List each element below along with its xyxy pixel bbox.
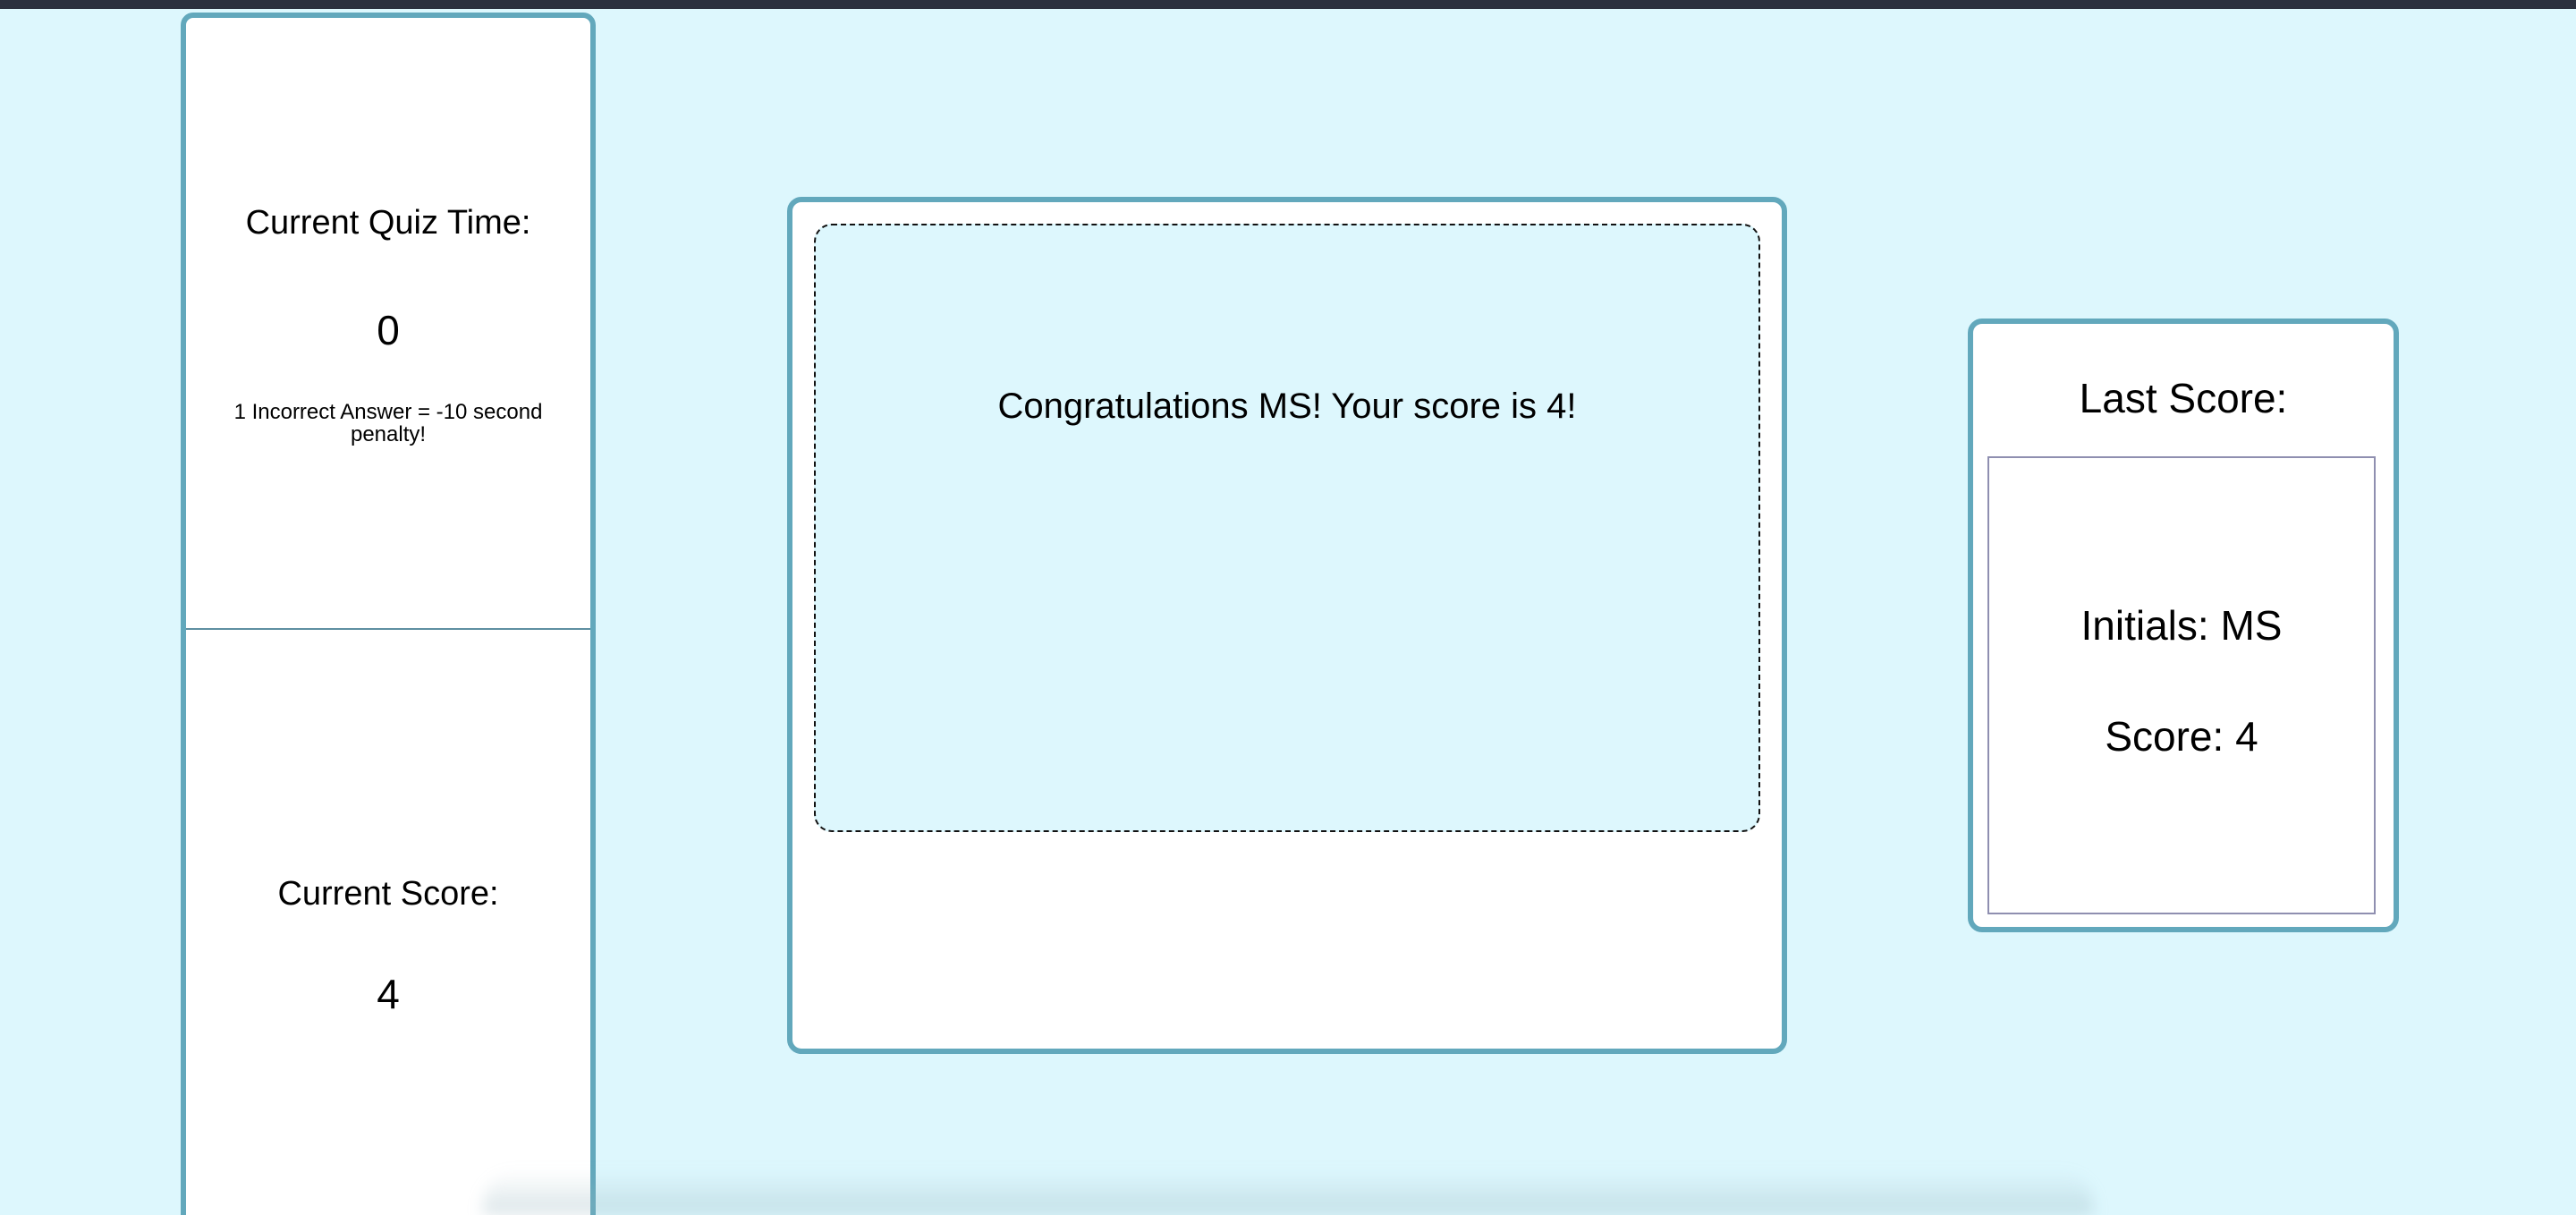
last-score-value: Score: 4 xyxy=(2105,713,2258,760)
window-top-bar xyxy=(0,0,2576,9)
status-sidebar: Current Quiz Time: 0 1 Incorrect Answer … xyxy=(181,13,596,1215)
current-score-label: Current Score: xyxy=(277,875,499,913)
timer-section: Current Quiz Time: 0 1 Incorrect Answer … xyxy=(186,18,590,630)
last-score-initials: Initials: MS xyxy=(2080,602,2283,649)
quiz-result-box: Congratulations MS! Your score is 4! xyxy=(814,224,1760,832)
quiz-panel: Congratulations MS! Your score is 4! xyxy=(787,197,1787,1054)
penalty-note: 1 Incorrect Answer = -10 second penalty! xyxy=(233,400,543,446)
current-score-section: Current Score: 4 xyxy=(186,630,590,1215)
timer-value: 0 xyxy=(377,307,400,353)
current-score-value: 4 xyxy=(377,971,400,1017)
bottom-shadow xyxy=(483,1170,2093,1215)
last-score-panel: Last Score: Initials: MS Score: 4 xyxy=(1968,319,2399,932)
last-score-title: Last Score: xyxy=(2079,375,2288,421)
timer-label: Current Quiz Time: xyxy=(245,204,531,242)
last-score-box: Initials: MS Score: 4 xyxy=(1987,456,2376,914)
result-message: Congratulations MS! Your score is 4! xyxy=(997,387,1577,426)
